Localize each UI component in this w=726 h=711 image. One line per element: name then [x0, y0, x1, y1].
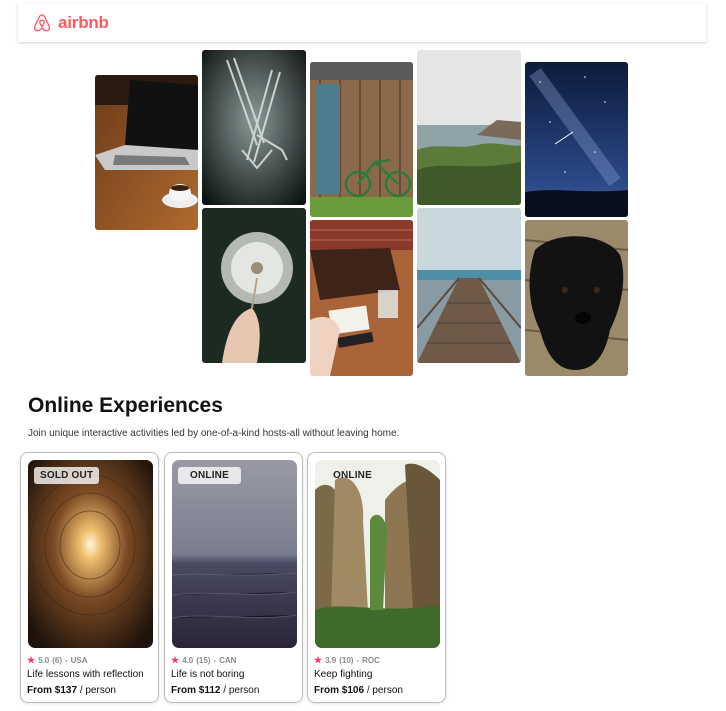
- experience-card[interactable]: ONLINE ★ 3.9 (10) - ROC Keep fighting Fr…: [307, 452, 446, 703]
- desk-notebook-photo: [310, 220, 413, 376]
- card-price: From $106 / person: [314, 685, 403, 696]
- review-count: (10): [339, 656, 354, 665]
- price-amount: From $137: [27, 685, 78, 696]
- pier-photo: [417, 208, 521, 363]
- status-badge: SOLD OUT: [34, 467, 100, 484]
- rating-row: ★ 3.9 (10) - ROC: [314, 655, 380, 666]
- rating-value: 3.9: [325, 656, 337, 665]
- forks-photo: [202, 50, 306, 205]
- status-badge: ONLINE: [178, 467, 241, 484]
- price-amount: From $106: [314, 685, 365, 696]
- rating-row: ★ 5.0 (6) - USA: [27, 655, 88, 666]
- rating-value: 5.0: [38, 656, 50, 665]
- separator: -: [64, 656, 68, 665]
- card-title: Life lessons with reflection: [27, 669, 144, 680]
- review-count: (15): [196, 656, 211, 665]
- experience-card[interactable]: SOLD OUT ★ 5.0 (6) - USA Life lessons wi…: [20, 452, 159, 703]
- price-unit: / person: [79, 685, 116, 696]
- home-logo-link[interactable]: airbnb: [32, 13, 109, 33]
- brand-name: airbnb: [58, 13, 109, 32]
- dandelion-photo: [202, 208, 306, 363]
- rock-cliffs-photo: ONLINE: [315, 460, 440, 648]
- status-badge: ONLINE: [333, 470, 372, 481]
- card-price: From $112 / person: [171, 685, 259, 696]
- rating-row: ★ 4.0 (15) - CAN: [171, 655, 237, 666]
- country-code: CAN: [219, 656, 237, 665]
- airbnb-logo-icon: [32, 13, 52, 33]
- foggy-sea-photo: ONLINE: [172, 460, 297, 648]
- starry-sky-photo: [525, 62, 628, 217]
- laptop-coffee-photo: [95, 75, 198, 230]
- price-unit: / person: [366, 685, 403, 696]
- seaside-cliff-photo: [417, 50, 521, 205]
- country-code: ROC: [362, 656, 380, 665]
- card-title: Life is not boring: [171, 669, 245, 680]
- black-puppy-photo: [525, 220, 628, 376]
- separator: -: [356, 656, 360, 665]
- price-amount: From $112: [171, 685, 221, 696]
- rating-value: 4.0: [182, 656, 194, 665]
- wooden-door-bicycle-photo: [310, 62, 413, 217]
- price-unit: / person: [223, 685, 260, 696]
- top-navbar: airbnb: [18, 4, 706, 42]
- star-icon: ★: [27, 655, 36, 665]
- review-count: (6): [52, 656, 62, 665]
- card-price: From $137 / person: [27, 685, 116, 696]
- card-title: Keep fighting: [314, 669, 373, 680]
- section-title: Online Experiences: [28, 394, 223, 417]
- section-subtitle: Join unique interactive activities led b…: [28, 428, 400, 439]
- light-tunnel-photo: SOLD OUT: [28, 460, 153, 648]
- separator: -: [213, 656, 217, 665]
- country-code: USA: [70, 656, 88, 665]
- experience-card[interactable]: ONLINE ★ 4.0 (15) - CAN Life is not bori…: [164, 452, 303, 703]
- star-icon: ★: [171, 655, 180, 665]
- star-icon: ★: [314, 655, 323, 665]
